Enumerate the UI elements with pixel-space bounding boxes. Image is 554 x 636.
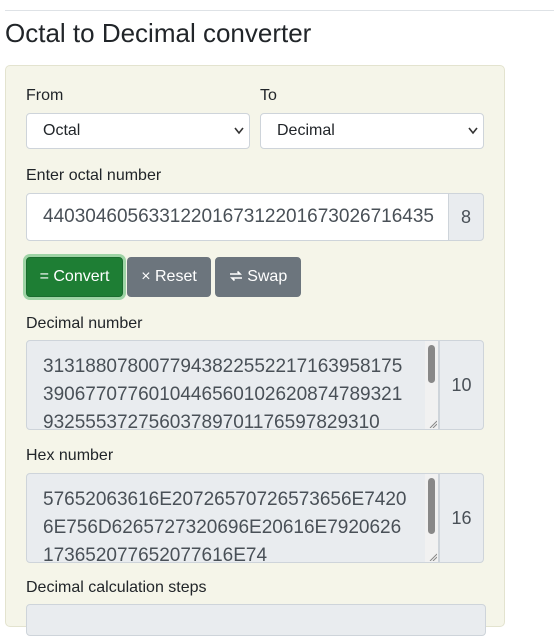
decimal-scrollbar[interactable]: [425, 341, 438, 429]
octal-base-addon: 8: [448, 193, 484, 241]
page-title: Octal to Decimal converter: [5, 18, 312, 48]
decimal-base-addon: 10: [439, 340, 484, 430]
hex-scrollbar-thumb[interactable]: [428, 478, 435, 534]
convert-button[interactable]: = Convert: [26, 257, 123, 297]
chevron-down-icon: [467, 114, 479, 162]
swap-icon: [229, 268, 247, 285]
swap-button[interactable]: Swap: [215, 257, 301, 297]
equals-icon: =: [39, 268, 49, 285]
close-icon: ×: [141, 268, 151, 285]
from-select[interactable]: Octal: [26, 113, 250, 149]
from-label: From: [26, 87, 64, 104]
hex-base-addon: 16: [439, 473, 484, 563]
hex-output-label: Hex number: [26, 447, 114, 464]
chevron-down-icon: [233, 114, 245, 162]
hex-scrollbar[interactable]: [425, 474, 438, 562]
hex-number-output[interactable]: 57652063616E20726570726573656E74206E756D…: [26, 473, 439, 563]
converter-panel: From Octal To Decimal Enter octal number…: [5, 65, 505, 636]
swap-button-label: Swap: [247, 268, 288, 285]
decimal-scrollbar-thumb[interactable]: [428, 345, 435, 383]
decimal-number-text: 3131880780077943822552217163958175390677…: [43, 356, 403, 430]
octal-input-label: Enter octal number: [26, 167, 162, 184]
steps-label: Decimal calculation steps: [26, 579, 207, 596]
reset-button[interactable]: × Reset: [127, 257, 211, 297]
top-divider: [5, 10, 554, 11]
octal-number-input[interactable]: 4403046056331220167312201673026716435: [26, 193, 449, 241]
resize-grip-icon[interactable]: [429, 553, 437, 561]
convert-button-label: Convert: [53, 268, 110, 285]
to-select[interactable]: Decimal: [260, 113, 484, 149]
from-select-value: Octal: [43, 122, 81, 139]
to-select-value: Decimal: [277, 122, 335, 139]
to-label: To: [260, 87, 277, 104]
resize-grip-icon[interactable]: [429, 420, 437, 428]
decimal-steps-output[interactable]: [26, 604, 486, 636]
hex-number-text: 57652063616E20726570726573656E74206E756D…: [43, 489, 407, 563]
reset-button-label: Reset: [155, 268, 197, 285]
decimal-number-output[interactable]: 3131880780077943822552217163958175390677…: [26, 340, 439, 430]
decimal-output-label: Decimal number: [26, 315, 143, 332]
